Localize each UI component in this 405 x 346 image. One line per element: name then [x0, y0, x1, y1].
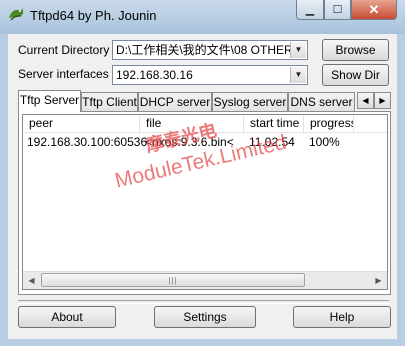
browse-label: Browse: [335, 43, 376, 57]
column-header-filler: [354, 115, 387, 132]
window-frame-bottom: [0, 339, 405, 346]
tab-syslog-server[interactable]: Syslog server: [212, 92, 288, 111]
tab-scroll-left-button[interactable]: ◀: [357, 92, 374, 109]
title-bar: Tftpd64 by Ph. Jounin ▁ ☐ ✕: [0, 0, 405, 35]
tab-label: DHCP server: [139, 95, 211, 109]
row-peer: 192.168.30.100:60536: [27, 135, 148, 149]
tab-tftp-client[interactable]: Tftp Client: [81, 92, 138, 111]
server-interfaces-combo[interactable]: 192.168.30.16 ▼: [112, 65, 308, 85]
browse-button[interactable]: Browse: [322, 39, 389, 61]
footer-divider: [18, 300, 389, 304]
settings-button[interactable]: Settings: [154, 306, 256, 328]
tab-tftp-server[interactable]: Tftp Server: [18, 90, 81, 112]
help-label: Help: [329, 310, 355, 324]
tab-dns-server[interactable]: DNS server: [288, 92, 355, 111]
tftp-server-panel: peer file start time progress 192.168.30…: [18, 111, 391, 295]
chevron-down-icon[interactable]: ▼: [290, 67, 306, 83]
grip-icon: |||: [168, 275, 178, 285]
triangle-right-icon: ▶: [379, 96, 386, 105]
current-directory-combo[interactable]: D:\工作相关\我的文件\08 OTHER' ▼: [112, 40, 308, 60]
tab-label: Syslog server: [213, 95, 287, 109]
tab-strip: Tftp Server Tftp Client DHCP server Sysl…: [18, 90, 391, 112]
tab-dhcp-server[interactable]: DHCP server: [138, 92, 212, 111]
close-icon: ✕: [368, 1, 380, 17]
about-button[interactable]: About: [18, 306, 116, 328]
close-button[interactable]: ✕: [351, 0, 397, 20]
maximize-icon: ☐: [332, 4, 343, 16]
chevron-down-icon[interactable]: ▼: [290, 42, 306, 58]
settings-label: Settings: [183, 310, 227, 324]
transfers-list[interactable]: peer file start time progress 192.168.30…: [22, 114, 388, 290]
row-progress: 100%: [309, 135, 340, 149]
tab-label: Tftp Client: [82, 95, 137, 109]
tab-scroll-right-button[interactable]: ▶: [374, 92, 391, 109]
minimize-icon: ▁: [305, 4, 315, 16]
scrollbar-thumb[interactable]: |||: [41, 273, 305, 287]
column-header-start-time[interactable]: start time: [244, 115, 304, 132]
maximize-button[interactable]: ☐: [324, 0, 351, 20]
tab-label: DNS server: [290, 95, 353, 109]
column-header-file[interactable]: file: [140, 115, 244, 132]
scroll-left-button[interactable]: ◀: [23, 272, 40, 289]
minimize-button[interactable]: ▁: [296, 0, 324, 20]
column-header-peer[interactable]: peer: [23, 115, 140, 132]
list-header: peer file start time progress: [23, 115, 387, 133]
window-title: Tftpd64 by Ph. Jounin: [30, 8, 157, 23]
client-area: Current Directory D:\工作相关\我的文件\08 OTHER'…: [8, 34, 397, 339]
server-interfaces-value: 192.168.30.16: [116, 68, 193, 82]
current-directory-label: Current Directory: [18, 43, 110, 57]
tab-label: Tftp Server: [19, 93, 80, 107]
column-header-progress[interactable]: progress: [304, 115, 354, 132]
row-file: <nxos.9.3.6.bin<: [145, 135, 234, 149]
server-interfaces-label: Server interfaces: [18, 67, 109, 81]
about-label: About: [51, 310, 83, 324]
tftpd-app-icon: [9, 8, 23, 21]
show-dir-label: Show Dir: [331, 68, 380, 82]
help-button[interactable]: Help: [293, 306, 391, 328]
show-dir-button[interactable]: Show Dir: [322, 64, 389, 86]
triangle-left-icon: ◀: [362, 96, 369, 105]
triangle-right-icon: ▶: [375, 276, 382, 285]
row-start-time: 11.02.54: [249, 135, 295, 149]
scroll-right-button[interactable]: ▶: [370, 272, 387, 289]
window-frame-right: [397, 34, 405, 346]
current-directory-value: D:\工作相关\我的文件\08 OTHER': [116, 43, 295, 57]
horizontal-scrollbar[interactable]: ◀ ||| ▶: [23, 271, 387, 289]
window-frame-left: [0, 34, 8, 346]
triangle-left-icon: ◀: [28, 276, 35, 285]
